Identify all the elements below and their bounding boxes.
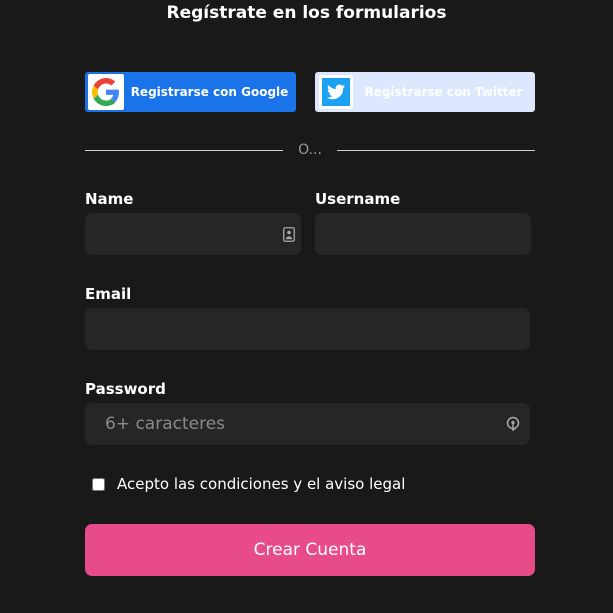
google-icon <box>88 74 124 110</box>
twitter-signup-label: Registrarse con Twitter <box>364 84 523 99</box>
name-input[interactable] <box>85 213 301 255</box>
contact-card-icon[interactable] <box>282 226 296 242</box>
google-signup-button[interactable]: Registrarse con Google <box>85 72 296 112</box>
divider-text: O... <box>298 142 322 158</box>
twitter-icon <box>319 75 353 109</box>
password-key-icon[interactable] <box>506 416 520 432</box>
password-input[interactable] <box>85 403 530 445</box>
username-label: Username <box>315 190 401 208</box>
google-signup-label: Registrarse con Google <box>130 84 289 99</box>
twitter-signup-button[interactable]: Registrarse con Twitter <box>315 72 535 112</box>
name-label: Name <box>85 190 134 208</box>
create-account-button[interactable]: Crear Cuenta <box>85 524 535 576</box>
email-label: Email <box>85 285 132 303</box>
username-input[interactable] <box>315 213 531 255</box>
signup-page: Regístrate en los formularios Registrars… <box>0 0 613 613</box>
divider-right <box>337 150 535 151</box>
terms-label[interactable]: Acepto las condiciones y el aviso legal <box>117 474 405 494</box>
email-input[interactable] <box>85 308 530 350</box>
terms-checkbox[interactable] <box>92 477 105 491</box>
divider-left <box>85 150 283 151</box>
password-label: Password <box>85 380 166 398</box>
terms-row: Acepto las condiciones y el aviso legal <box>92 474 405 494</box>
form-title: Regístrate en los formularios <box>166 3 447 23</box>
